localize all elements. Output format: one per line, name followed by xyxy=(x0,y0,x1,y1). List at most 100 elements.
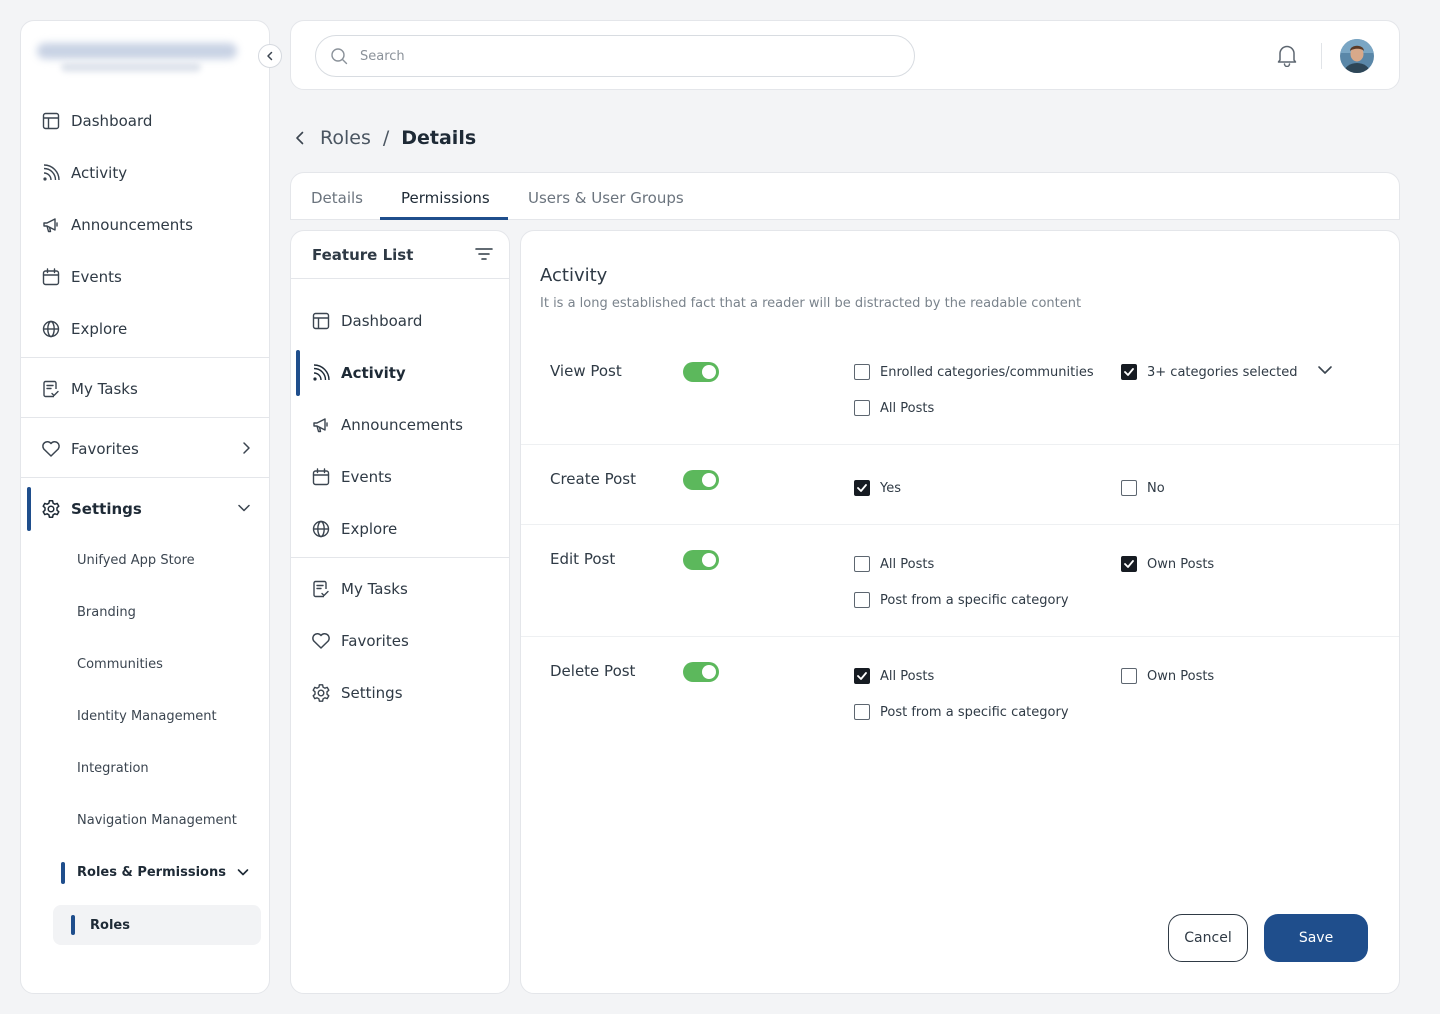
feature-item-announcements[interactable]: Announcements xyxy=(291,403,509,447)
divider xyxy=(1321,43,1322,69)
checkbox[interactable] xyxy=(1121,364,1137,380)
permission-label-edit-post: Edit Post xyxy=(550,550,616,568)
filter-icon[interactable] xyxy=(475,247,493,261)
sidebar-item-events[interactable]: Events xyxy=(21,255,269,299)
option-specific-category[interactable]: Post from a specific category xyxy=(854,591,1069,609)
heart-icon xyxy=(41,439,61,459)
settings-sub-item[interactable]: Integration xyxy=(77,759,149,779)
sidebar-item-explore[interactable]: Explore xyxy=(21,307,269,351)
feature-item-label: Settings xyxy=(341,684,403,702)
tab-details[interactable]: Details xyxy=(311,189,363,207)
option-label: No xyxy=(1147,480,1165,496)
settings-sub-item[interactable]: Unifyed App Store xyxy=(77,551,195,571)
settings-sub-item[interactable]: Communities xyxy=(77,655,163,675)
checkbox[interactable] xyxy=(854,592,870,608)
feature-item-label: Favorites xyxy=(341,632,409,650)
divider xyxy=(521,636,1399,637)
checkbox[interactable] xyxy=(1121,668,1137,684)
bell-icon[interactable] xyxy=(1276,43,1298,67)
chevron-down-icon[interactable] xyxy=(1317,365,1333,375)
sidebar-item-dashboard[interactable]: Dashboard xyxy=(21,99,269,143)
option-all-posts[interactable]: All Posts xyxy=(854,667,934,685)
back-chevron-icon[interactable] xyxy=(294,130,306,146)
option-specific-category[interactable]: Post from a specific category xyxy=(854,703,1069,721)
checkbox[interactable] xyxy=(854,480,870,496)
rss-icon xyxy=(311,363,331,383)
divider xyxy=(521,444,1399,445)
checkbox[interactable] xyxy=(854,400,870,416)
megaphone-icon xyxy=(311,415,331,435)
save-button[interactable]: Save xyxy=(1264,914,1368,962)
option-own-posts[interactable]: Own Posts xyxy=(1121,667,1214,685)
settings-sub-item[interactable]: Identity Management xyxy=(77,707,217,727)
option-own-posts[interactable]: Own Posts xyxy=(1121,555,1214,573)
megaphone-icon xyxy=(41,215,61,235)
search-box[interactable] xyxy=(315,35,915,77)
checkbox[interactable] xyxy=(1121,480,1137,496)
option-all-posts[interactable]: All Posts xyxy=(854,555,934,573)
delete-post-toggle[interactable] xyxy=(683,662,719,682)
checkbox[interactable] xyxy=(854,668,870,684)
cancel-button[interactable]: Cancel xyxy=(1168,914,1248,962)
breadcrumb-roles-link[interactable]: Roles xyxy=(320,127,371,149)
feature-item-my-tasks[interactable]: My Tasks xyxy=(291,567,509,611)
option-categories-selected[interactable]: 3+ categories selected xyxy=(1121,363,1297,381)
checkbox[interactable] xyxy=(854,364,870,380)
create-post-toggle[interactable] xyxy=(683,470,719,490)
option-all-posts[interactable]: All Posts xyxy=(854,399,934,417)
tasks-icon xyxy=(311,579,331,599)
sidebar-item-favorites[interactable]: Favorites xyxy=(21,427,269,471)
feature-item-activity[interactable]: Activity xyxy=(291,351,509,395)
permissions-panel: Activity It is a long established fact t… xyxy=(520,230,1400,994)
avatar[interactable] xyxy=(1340,39,1374,73)
sidebar: Dashboard Activity Announcements Events … xyxy=(20,20,282,994)
sidebar-item-roles[interactable]: Roles xyxy=(53,905,261,945)
permission-label-delete-post: Delete Post xyxy=(550,662,636,680)
edit-post-toggle[interactable] xyxy=(683,550,719,570)
tasks-icon xyxy=(41,379,61,399)
settings-sub-item[interactable]: Navigation Management xyxy=(77,811,237,831)
globe-icon xyxy=(311,519,331,539)
option-label: Post from a specific category xyxy=(880,704,1069,720)
feature-item-dashboard[interactable]: Dashboard xyxy=(291,299,509,343)
checkbox[interactable] xyxy=(854,704,870,720)
sidebar-item-announcements[interactable]: Announcements xyxy=(21,203,269,247)
feature-item-explore[interactable]: Explore xyxy=(291,507,509,551)
sidebar-item-settings[interactable]: Settings xyxy=(21,487,269,531)
chevron-left-icon xyxy=(265,51,275,61)
option-label: All Posts xyxy=(880,400,935,416)
settings-sub-item[interactable]: Branding xyxy=(77,603,136,623)
checkbox[interactable] xyxy=(1121,556,1137,572)
option-yes[interactable]: Yes xyxy=(854,479,901,497)
collapse-sidebar-button[interactable] xyxy=(258,44,282,68)
tab-users-user-groups[interactable]: Users & User Groups xyxy=(528,189,684,207)
option-label: Own Posts xyxy=(1147,668,1215,684)
option-label: All Posts xyxy=(880,668,935,684)
divider xyxy=(21,477,269,478)
tab-permissions[interactable]: Permissions xyxy=(401,189,490,207)
permission-label-view-post: View Post xyxy=(550,362,622,380)
option-no[interactable]: No xyxy=(1121,479,1165,497)
gear-icon xyxy=(311,683,331,703)
sidebar-item-label: Dashboard xyxy=(71,112,153,130)
view-post-toggle[interactable] xyxy=(683,362,719,382)
sidebar-item-label: Favorites xyxy=(71,440,139,458)
option-enrolled-categories[interactable]: Enrolled categories/communities xyxy=(854,363,1094,381)
chevron-down-icon xyxy=(237,503,251,513)
breadcrumb: Roles / Details xyxy=(294,124,476,152)
option-label: Post from a specific category xyxy=(880,592,1069,608)
active-indicator xyxy=(71,915,75,935)
search-icon xyxy=(330,47,348,65)
checkbox[interactable] xyxy=(854,556,870,572)
sidebar-item-label: Settings xyxy=(71,500,142,518)
option-label: All Posts xyxy=(880,556,935,572)
search-input[interactable] xyxy=(360,48,880,64)
sidebar-item-activity[interactable]: Activity xyxy=(21,151,269,195)
sidebar-item-my-tasks[interactable]: My Tasks xyxy=(21,367,269,411)
sidebar-item-roles-permissions[interactable]: Roles & Permissions xyxy=(77,863,261,883)
calendar-icon xyxy=(311,467,331,487)
feature-item-favorites[interactable]: Favorites xyxy=(291,619,509,663)
feature-item-events[interactable]: Events xyxy=(291,455,509,499)
feature-item-settings[interactable]: Settings xyxy=(291,671,509,715)
sidebar-item-label: Announcements xyxy=(71,216,193,234)
